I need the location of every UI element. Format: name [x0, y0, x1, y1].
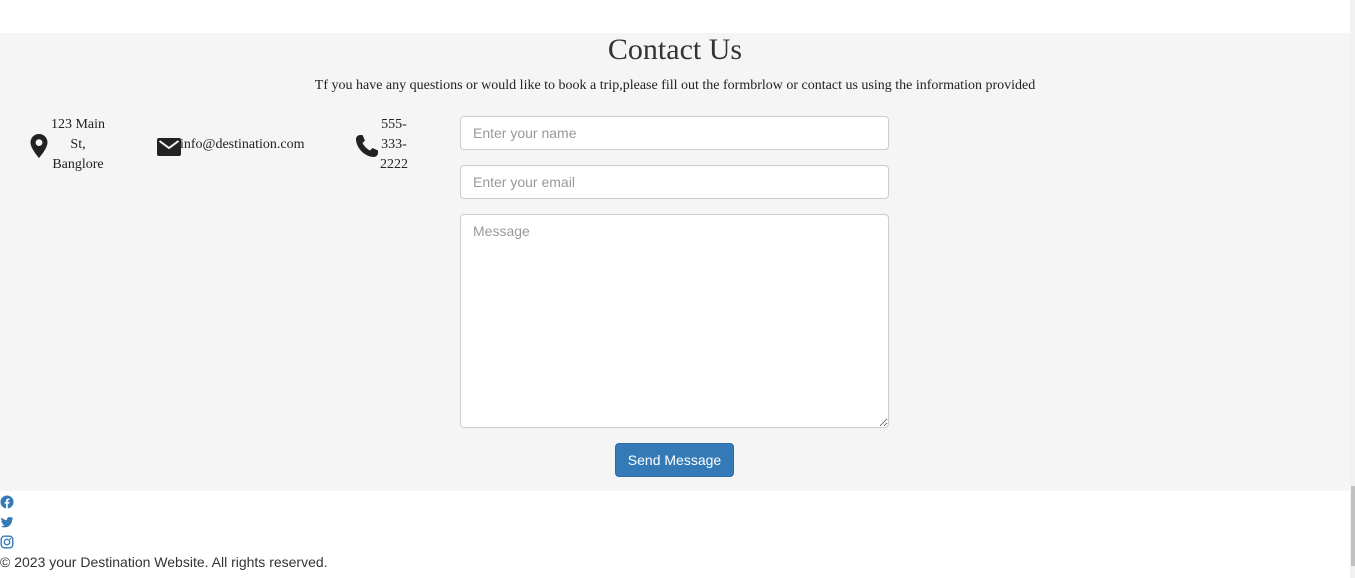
phone-info: 555-333-2222 [354, 115, 424, 175]
name-input[interactable] [460, 116, 889, 150]
message-textarea[interactable] [460, 214, 889, 428]
contact-section: Contact Us Tf you have any questions or … [0, 33, 1350, 491]
scrollbar-thumb[interactable] [1351, 486, 1355, 566]
phone-icon [354, 133, 380, 159]
page-scrollbar[interactable] [1350, 0, 1355, 578]
send-message-button[interactable]: Send Message [615, 443, 734, 477]
address-info: 123 Main St, Banglore [28, 115, 118, 175]
email-info: info@destination.com [156, 135, 326, 159]
address-text: 123 Main St, Banglore [50, 117, 106, 172]
facebook-icon[interactable] [0, 495, 14, 509]
contact-subtitle: Tf you have any questions or would like … [314, 78, 1036, 93]
email-input[interactable] [460, 165, 889, 199]
phone-text: 555-333-2222 [380, 117, 408, 172]
instagram-icon[interactable] [0, 535, 14, 549]
page-title: Contact Us [607, 33, 743, 66]
copyright-text: © 2023 your Destination Website. All rig… [0, 554, 328, 570]
envelope-icon [156, 137, 182, 157]
email-text: info@destination.com [180, 137, 305, 152]
twitter-icon[interactable] [0, 515, 14, 529]
